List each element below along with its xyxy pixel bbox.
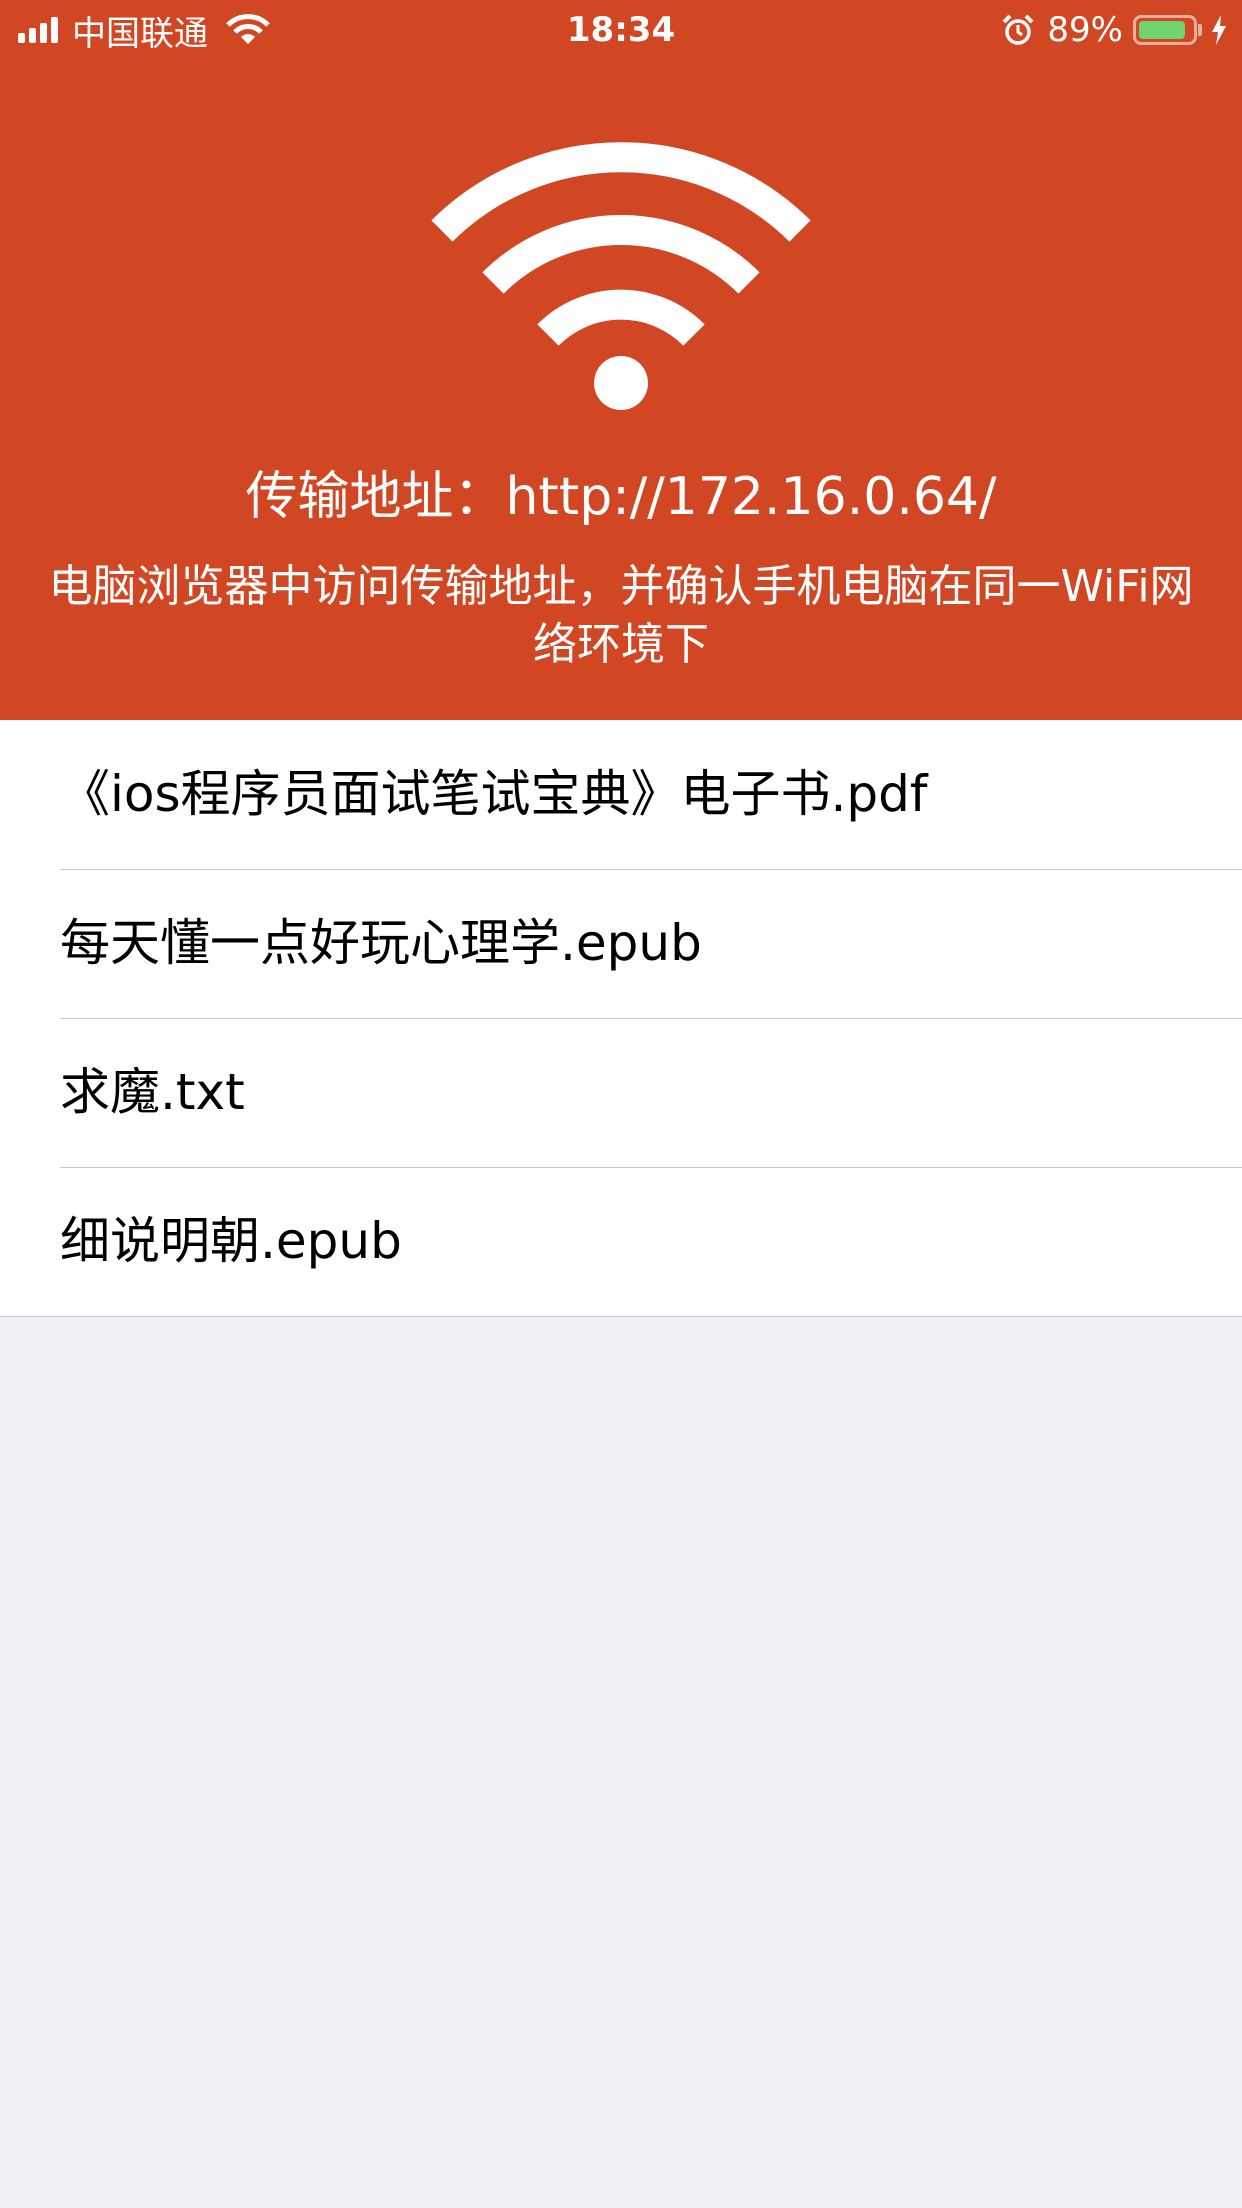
- charging-icon: [1212, 15, 1226, 45]
- battery-percent: 89%: [1047, 10, 1123, 50]
- file-name: 每天懂一点好玩心理学.epub: [60, 914, 702, 972]
- battery-tip: [1198, 24, 1202, 36]
- header: 中国联通 18:34 89% 传输地址：http://172.16.0.64/ …: [0, 0, 1242, 720]
- file-row[interactable]: 每天懂一点好玩心理学.epub: [0, 869, 1242, 1018]
- status-bar: 中国联通 18:34 89%: [0, 0, 1242, 60]
- wifi-icon: [431, 142, 811, 410]
- file-list: 《ios程序员面试笔试宝典》电子书.pdf 每天懂一点好玩心理学.epub 求魔…: [0, 720, 1242, 1317]
- file-name: 求魔.txt: [60, 1063, 245, 1121]
- transfer-hint: 电脑浏览器中访问传输地址，并确认手机电脑在同一WiFi网络环境下: [48, 561, 1194, 670]
- battery-level: [1139, 21, 1185, 39]
- file-row[interactable]: 求魔.txt: [0, 1018, 1242, 1167]
- file-row[interactable]: 《ios程序员面试笔试宝典》电子书.pdf: [0, 720, 1242, 869]
- transfer-address: 传输地址：http://172.16.0.64/: [245, 467, 997, 527]
- file-row[interactable]: 细说明朝.epub: [0, 1167, 1242, 1316]
- file-name: 《ios程序员面试笔试宝典》电子书.pdf: [60, 765, 928, 823]
- battery-icon: [1133, 15, 1197, 45]
- status-right: 89%: [1001, 8, 1228, 52]
- file-name: 细说明朝.epub: [60, 1212, 402, 1270]
- alarm-icon: [1003, 14, 1034, 45]
